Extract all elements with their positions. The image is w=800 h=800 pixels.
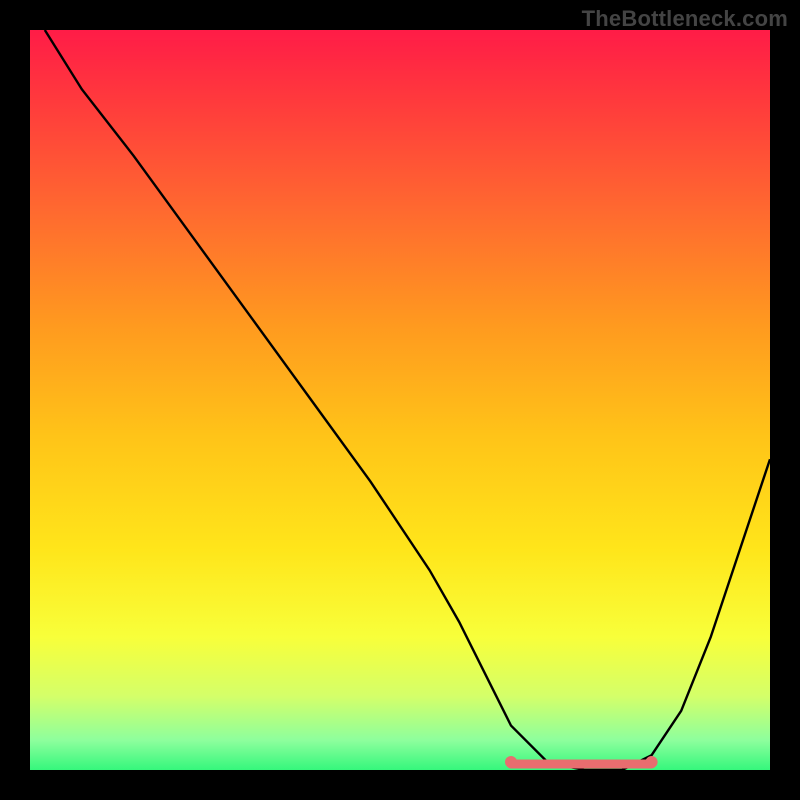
chart-svg — [30, 30, 770, 770]
plot-area — [30, 30, 770, 770]
chart-frame: TheBottleneck.com — [0, 0, 800, 800]
minimum-highlight-dot-right — [646, 756, 658, 768]
watermark-label: TheBottleneck.com — [582, 6, 788, 32]
bottleneck-curve-path — [45, 30, 770, 770]
minimum-highlight-dot-left — [505, 756, 517, 768]
